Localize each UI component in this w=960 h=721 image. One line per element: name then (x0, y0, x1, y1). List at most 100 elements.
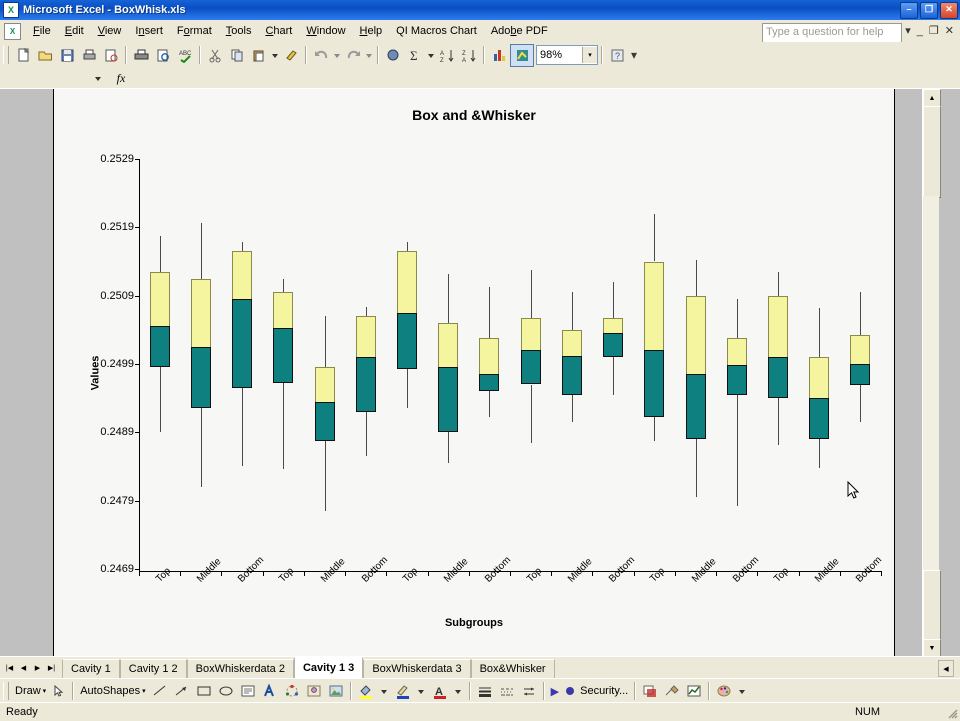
box-plot-item[interactable] (561, 159, 582, 569)
redo-icon[interactable] (342, 45, 364, 66)
box-plot-item[interactable] (396, 159, 417, 569)
doc-minimize-button[interactable]: _ (917, 25, 923, 37)
clipart-icon[interactable] (303, 681, 325, 701)
sheet-tab[interactable]: BoxWhiskerdata 2 (186, 659, 294, 678)
name-box[interactable] (2, 70, 90, 86)
draw-menu-button[interactable]: Draw ▾ (12, 681, 49, 701)
scroll-track[interactable] (923, 196, 939, 571)
box-plot-item[interactable] (355, 159, 376, 569)
box-whisker-chart[interactable]: Box and &Whisker Values Subgroups 0.2469… (54, 89, 894, 657)
font-color-icon[interactable]: A (429, 681, 451, 701)
chevron-down-icon[interactable]: ▾ (582, 47, 597, 63)
sheet-tab-active[interactable]: Cavity 1 3 (293, 657, 364, 678)
box-plot-item[interactable] (479, 159, 500, 569)
preview-icon[interactable] (152, 45, 174, 66)
select-objects-icon[interactable] (49, 681, 69, 701)
format-painter-icon[interactable] (280, 45, 302, 66)
menu-qi-macros-chart[interactable]: QI Macros Chart (389, 22, 484, 40)
menu-insert[interactable]: Insert (128, 22, 170, 40)
ask-a-question-input[interactable]: Type a question for help (762, 23, 902, 43)
palette-icon[interactable] (713, 681, 735, 701)
box-plot-item[interactable] (685, 159, 706, 569)
fill-color-dropdown-icon[interactable] (377, 681, 392, 701)
autosum-dropdown-icon[interactable] (426, 45, 436, 66)
paste-icon[interactable] (248, 45, 270, 66)
scroll-thumb-bottom[interactable] (923, 570, 941, 640)
security-arrow-icon[interactable]: ▶ (548, 681, 562, 701)
box-plot-item[interactable] (520, 159, 541, 569)
autosum-icon[interactable]: Σ (404, 45, 426, 66)
sheet-nav-next[interactable]: ▶ (31, 661, 44, 676)
box-plot-item[interactable] (438, 159, 459, 569)
maximize-button[interactable]: ❐ (920, 2, 938, 19)
arrow-icon[interactable] (171, 681, 193, 701)
line-color-icon[interactable] (392, 681, 414, 701)
minimize-button[interactable]: – (900, 2, 918, 19)
sheet-nav-last[interactable]: ▶| (45, 661, 58, 676)
close-button[interactable]: ✕ (940, 2, 958, 19)
scroll-thumb-top[interactable] (923, 106, 941, 198)
undo-icon[interactable] (310, 45, 332, 66)
line-style-icon[interactable] (474, 681, 496, 701)
name-box-chevron-down-icon[interactable] (90, 70, 106, 86)
chart-canvas[interactable]: Box and &Whisker Values Subgroups 0.2469… (53, 89, 895, 657)
box-plot-item[interactable] (850, 159, 871, 569)
zoom-value[interactable]: 98% (537, 49, 582, 61)
ask-dropdown-icon[interactable]: ▾ (905, 24, 911, 37)
chart-tool-icon[interactable] (683, 681, 705, 701)
sheet-tab[interactable]: Box&Whisker (470, 659, 555, 678)
drawing-toolbar-grip[interactable] (3, 682, 9, 700)
sort-desc-icon[interactable]: ZA (458, 45, 480, 66)
print-icon[interactable] (78, 45, 100, 66)
box-plot-item[interactable] (726, 159, 747, 569)
box-plot-item[interactable] (232, 159, 253, 569)
spelling-icon[interactable]: ABC (174, 45, 196, 66)
doc-restore-button[interactable]: ❐ (929, 24, 939, 37)
toolbar-overflow-icon[interactable]: ▾ (628, 45, 640, 66)
arrow-style-icon[interactable] (518, 681, 540, 701)
font-color-dropdown-icon[interactable] (451, 681, 466, 701)
undo-dropdown-icon[interactable] (332, 45, 342, 66)
box-plot-item[interactable] (314, 159, 335, 569)
cut-icon[interactable] (204, 45, 226, 66)
autoshapes-menu-button[interactable]: AutoShapes ▾ (77, 681, 148, 701)
menu-file[interactable]: File (26, 22, 58, 40)
oval-icon[interactable] (215, 681, 237, 701)
new-icon[interactable] (12, 45, 34, 66)
zoom-combo[interactable]: 98% ▾ (536, 45, 598, 65)
security-button[interactable]: Security... (562, 681, 631, 701)
line-color-dropdown-icon[interactable] (414, 681, 429, 701)
diagram-icon[interactable] (281, 681, 303, 701)
box-plot-item[interactable] (149, 159, 170, 569)
picture-icon[interactable] (325, 681, 347, 701)
qimacros-icon[interactable] (510, 43, 534, 67)
scroll-up-icon[interactable]: ▲ (923, 89, 941, 107)
box-plot-item[interactable] (767, 159, 788, 569)
palette-dropdown-icon[interactable] (735, 681, 750, 701)
save-icon[interactable] (56, 45, 78, 66)
copy-icon[interactable] (226, 45, 248, 66)
tab-scroll-right[interactable]: ◀ (938, 660, 954, 677)
sort-asc-icon[interactable]: AZ (436, 45, 458, 66)
wordart-icon[interactable] (259, 681, 281, 701)
box-plot-item[interactable] (809, 159, 830, 569)
vertical-scrollbar[interactable]: ▲ ▼ (922, 89, 941, 657)
line-icon[interactable] (149, 681, 171, 701)
sheet-nav-prev[interactable]: ◀ (17, 661, 30, 676)
open-icon[interactable] (34, 45, 56, 66)
doc-close-button[interactable]: ✕ (945, 24, 954, 37)
sheet-tab[interactable]: BoxWhiskerdata 3 (363, 659, 471, 678)
scroll-down-icon[interactable]: ▼ (923, 639, 941, 657)
menu-edit[interactable]: Edit (58, 22, 91, 40)
tools-icon[interactable] (661, 681, 683, 701)
menu-window[interactable]: Window (299, 22, 352, 40)
print2-icon[interactable] (130, 45, 152, 66)
box-plot-item[interactable] (190, 159, 211, 569)
formula-input[interactable] (136, 70, 960, 86)
redo-dropdown-icon[interactable] (364, 45, 374, 66)
hyperlink-icon[interactable] (382, 45, 404, 66)
fill-color-icon[interactable] (355, 681, 377, 701)
menu-help[interactable]: Help (353, 22, 390, 40)
paste-dropdown-icon[interactable] (270, 45, 280, 66)
help-icon[interactable]: ? (606, 45, 628, 66)
